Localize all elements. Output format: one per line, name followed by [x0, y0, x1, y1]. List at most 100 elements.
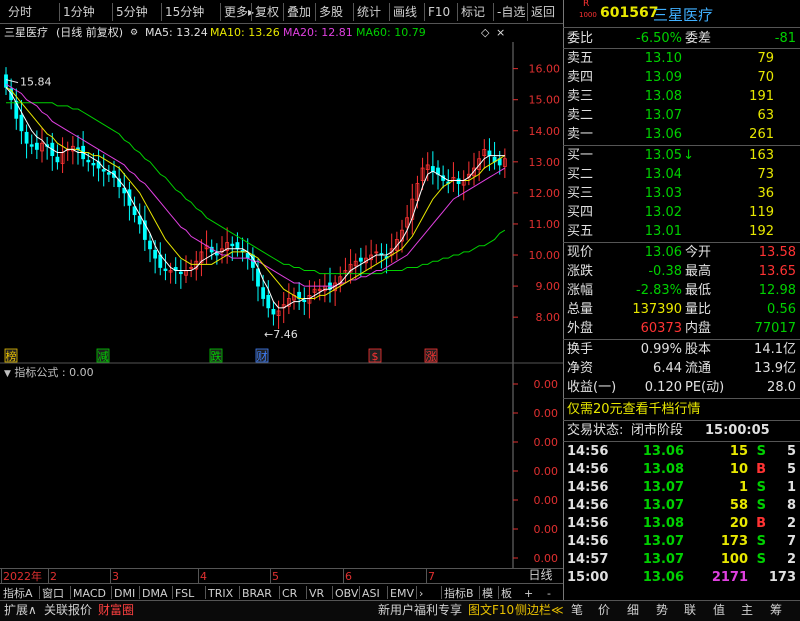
indicator-tab-3[interactable]: DMI	[114, 586, 135, 601]
indicator-tab-1[interactable]: 窗口	[42, 586, 64, 601]
status-right-9[interactable]: 主	[741, 601, 753, 619]
candle[interactable]	[451, 162, 456, 192]
indicator-tab-5[interactable]: FSL	[175, 586, 194, 601]
indicator-tab-14[interactable]: 指标B	[444, 586, 474, 601]
candle[interactable]	[122, 173, 127, 207]
candle[interactable]	[461, 170, 466, 201]
candle[interactable]	[178, 259, 183, 289]
candle[interactable]	[338, 266, 343, 293]
toolbar-btn-4[interactable]: 更多▸	[224, 3, 254, 21]
candle[interactable]	[40, 127, 44, 163]
status-left-1[interactable]: 关联报价	[44, 601, 92, 619]
candle[interactable]	[297, 282, 302, 311]
indicator-tab-0[interactable]: 指标A	[3, 586, 33, 601]
candle[interactable]	[292, 287, 296, 310]
toolbar-btn-3[interactable]: 15分钟	[165, 3, 204, 21]
candle[interactable]	[127, 182, 132, 221]
candle[interactable]	[348, 249, 353, 284]
status-right-5[interactable]: 细	[627, 601, 639, 619]
candle[interactable]	[271, 301, 276, 326]
candle[interactable]	[322, 273, 327, 303]
candle[interactable]	[266, 280, 271, 318]
candle[interactable]	[343, 257, 348, 284]
candle[interactable]	[379, 243, 384, 269]
candle[interactable]	[369, 239, 374, 270]
candle[interactable]	[106, 164, 111, 183]
diamond-icon[interactable]: ◇	[481, 24, 489, 42]
candle[interactable]	[225, 227, 230, 264]
candle[interactable]	[466, 161, 471, 186]
status-left-0[interactable]: 扩展∧	[4, 601, 37, 619]
indicator-tab-8[interactable]: CR	[282, 586, 297, 601]
candle[interactable]	[312, 281, 317, 301]
candle[interactable]	[358, 247, 363, 277]
candle[interactable]	[286, 283, 291, 315]
candle[interactable]	[405, 205, 410, 241]
candle[interactable]	[34, 130, 39, 160]
status-right-7[interactable]: 联	[684, 601, 696, 619]
status-left-2[interactable]: 财富圈	[98, 601, 134, 619]
candle[interactable]	[148, 233, 152, 263]
candle[interactable]	[302, 287, 307, 315]
zoom-out-button[interactable]: -	[547, 586, 551, 601]
indicator-tab-13[interactable]: ›	[419, 586, 423, 601]
candle[interactable]	[328, 267, 332, 303]
indicator-chart[interactable]: 0.00 0.00 0.00 0.00 0.00 0.00 0.00	[0, 364, 563, 568]
toolbar-btn-0[interactable]: 分时	[8, 3, 32, 21]
candle[interactable]	[364, 245, 368, 271]
candle[interactable]	[482, 139, 487, 169]
toolbar-btn-10[interactable]: F10	[428, 3, 450, 21]
candle[interactable]	[502, 148, 507, 178]
toolbar-btn-9[interactable]: 画线	[393, 3, 417, 21]
candle[interactable]	[65, 141, 70, 161]
toolbar-btn-11[interactable]: 标记	[461, 3, 485, 21]
candle[interactable]	[55, 144, 60, 170]
status-right-0[interactable]: 新用户福利专享	[378, 601, 462, 619]
candle[interactable]	[410, 183, 415, 235]
toolbar-btn-8[interactable]: 统计	[357, 3, 381, 21]
toolbar-btn-6[interactable]: 叠加	[287, 3, 311, 21]
indicator-tab-16[interactable]: 板	[501, 586, 512, 601]
candle[interactable]	[45, 136, 50, 160]
status-right-8[interactable]: 值	[713, 601, 725, 619]
candle[interactable]	[96, 149, 101, 182]
period-daily-label[interactable]: 日线	[518, 568, 563, 583]
status-right-4[interactable]: 价	[598, 601, 610, 619]
candle[interactable]	[456, 171, 461, 197]
status-right-3[interactable]: 笔	[571, 601, 583, 619]
candle[interactable]	[158, 242, 163, 276]
toolbar-btn-2[interactable]: 5分钟	[116, 3, 148, 21]
candle[interactable]	[163, 253, 168, 281]
candlestick-chart[interactable]: 16.00 15.00 14.00 13.00 12.00 11.00 10.00 9.00 8…	[0, 42, 563, 364]
candle[interactable]	[29, 134, 34, 155]
toolbar-btn-5[interactable]: 复权	[255, 3, 279, 21]
candle[interactable]	[250, 247, 255, 281]
candle[interactable]	[446, 169, 451, 194]
candle[interactable]	[333, 275, 338, 306]
toolbar-btn-7[interactable]: 多股	[319, 3, 343, 21]
candle[interactable]	[430, 151, 435, 185]
candle[interactable]	[189, 259, 194, 278]
candle[interactable]	[276, 300, 281, 329]
toolbar-btn-13[interactable]: 返回	[531, 3, 555, 21]
candle[interactable]	[389, 233, 394, 263]
indicator-tab-2[interactable]: MACD	[73, 586, 106, 601]
candle[interactable]	[374, 244, 379, 264]
indicator-tab-9[interactable]: VR	[309, 586, 324, 601]
candle[interactable]	[91, 153, 96, 177]
candle[interactable]	[4, 67, 8, 96]
candle[interactable]	[184, 255, 188, 283]
chart-close-icon[interactable]: ×	[496, 24, 505, 42]
toolbar-btn-12[interactable]: -自选	[497, 3, 525, 21]
candle[interactable]	[199, 239, 204, 277]
toolbar-btn-1[interactable]: 1分钟	[63, 3, 95, 21]
candle[interactable]	[24, 124, 29, 159]
status-right-2[interactable]: 侧边栏≪	[515, 601, 564, 619]
status-right-10[interactable]: 筹	[770, 601, 782, 619]
indicator-tab-11[interactable]: ASI	[362, 586, 380, 601]
candle[interactable]	[60, 137, 65, 174]
indicator-tab-6[interactable]: TRIX	[208, 586, 233, 601]
settings-gear-icon[interactable]: ⚙	[130, 24, 138, 42]
indicator-tab-4[interactable]: DMA	[142, 586, 168, 601]
candle[interactable]	[142, 205, 147, 251]
